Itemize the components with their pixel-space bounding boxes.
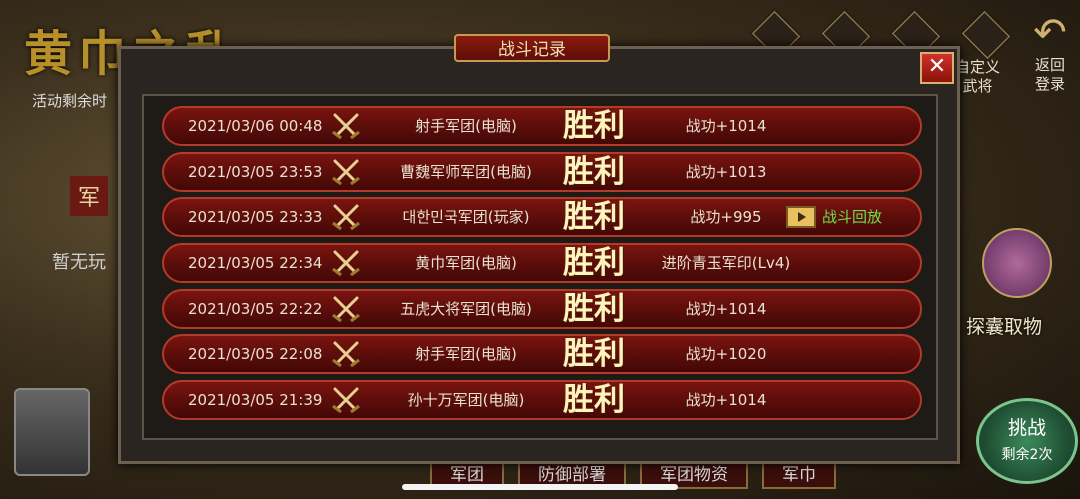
- record-opponent: 曹魏军师军团(电脑): [400, 162, 532, 181]
- record-datetime: 2021/03/05 22:22: [188, 299, 323, 318]
- record-rows: 2021/03/06 00:48 射手军团(电脑) 胜利 战功+1014 2021/03…: [162, 106, 922, 426]
- event-timer: 活动剩余时: [32, 92, 108, 110]
- battle-icon-cell: [326, 108, 366, 144]
- battle-icon-cell: [326, 291, 366, 327]
- record-row: 2021/03/05 21:39 孙十万军团(电脑) 胜利 战功+1014: [162, 380, 922, 421]
- record-reward: 战功+1014: [685, 117, 767, 135]
- record-row: 2021/03/05 22:22 五虎大将军团(电脑) 胜利 战功+1014: [162, 288, 922, 329]
- record-datetime: 2021/03/05 23:53: [188, 162, 323, 181]
- record-opponent: 射手军团(电脑): [415, 345, 517, 364]
- crossed-swords-icon: [332, 250, 360, 277]
- general-icon[interactable]: [961, 10, 1011, 60]
- custom-general-button[interactable]: 自定义 武将: [955, 58, 1000, 96]
- crossed-swords-icon: [332, 341, 360, 368]
- record-reward: 战功+1020: [685, 345, 767, 364]
- record-opponent: 孙十万军团(电脑): [407, 391, 525, 410]
- return-arrow-icon: ↶: [1033, 10, 1067, 56]
- record-reward: 进阶青玉军印(Lv4): [661, 254, 791, 273]
- record-row: 2021/03/05 23:53 曹魏军师军团(电脑) 胜利 战功+1013: [162, 151, 922, 192]
- record-reward: 战功+1013: [685, 162, 767, 181]
- record-datetime: 2021/03/05 22:08: [188, 345, 323, 364]
- return-label-1: 返回: [1034, 56, 1065, 74]
- army-label: 军: [70, 176, 109, 216]
- no-player-text: 暂无玩: [52, 252, 106, 273]
- lucky-bag-label: 探囊取物: [966, 316, 1043, 338]
- return-label-2: 登录: [1034, 75, 1065, 93]
- return-login-button[interactable]: ↶ 返回 登录: [1024, 10, 1076, 94]
- modal-title: 战斗记录: [454, 34, 610, 62]
- record-row: 2021/03/05 22:34 黄巾军团(电脑) 胜利 进阶青玉军印(Lv4): [162, 243, 922, 284]
- record-reward: 战功+1014: [685, 299, 767, 318]
- battle-record-list[interactable]: 2021/03/06 00:48 射手军团(电脑) 胜利 战功+1014 2021/03…: [142, 94, 938, 440]
- lucky-bag-icon[interactable]: [982, 228, 1052, 298]
- record-datetime: 2021/03/05 23:33: [188, 208, 323, 227]
- record-opponent: 대한민국军团(玩家): [402, 208, 530, 227]
- replay-label: 战斗回放: [822, 208, 883, 227]
- battle-icon-cell: [326, 336, 366, 372]
- home-indicator[interactable]: [402, 484, 678, 490]
- battle-icon-cell: [326, 199, 366, 235]
- battle-icon-cell: [326, 245, 366, 281]
- crossed-swords-icon: [332, 387, 360, 414]
- challenge-button[interactable]: 挑战 剩余2次: [976, 398, 1078, 484]
- record-opponent: 五虎大将军团(电脑): [400, 299, 532, 318]
- record-row: 2021/03/05 22:08 射手军团(电脑) 胜利 战功+1020: [162, 334, 922, 375]
- record-reward: 战功+1014: [685, 391, 767, 410]
- crossed-swords-icon: [332, 204, 360, 231]
- replay-cell: 战斗回放: [786, 199, 896, 235]
- battle-icon-cell: [326, 382, 366, 418]
- record-opponent: 黄巾军团(电脑): [415, 254, 517, 273]
- film-replay-icon: [786, 206, 816, 229]
- record-datetime: 2021/03/05 22:34: [188, 254, 323, 273]
- challenge-remaining: 剩余2次: [1001, 447, 1053, 463]
- challenge-label: 挑战: [1007, 417, 1046, 439]
- crossed-swords-icon: [332, 159, 360, 185]
- crossed-swords-icon: [332, 113, 360, 140]
- crossed-swords-icon: [332, 296, 360, 322]
- battle-icon-cell: [326, 154, 366, 190]
- close-icon: ✕: [927, 54, 947, 79]
- seal-icon: [14, 388, 90, 476]
- close-button[interactable]: ✕: [920, 52, 954, 84]
- custom-general-label-2: 武将: [962, 77, 993, 95]
- record-row: 2021/03/06 00:48 射手军团(电脑) 胜利 战功+1014: [162, 106, 922, 146]
- battle-replay-button[interactable]: 战斗回放: [786, 199, 882, 235]
- custom-general-label-1: 自定义: [955, 58, 1001, 76]
- record-datetime: 2021/03/05 21:39: [188, 391, 323, 410]
- record-row: 2021/03/05 23:33 대한민국军团(玩家) 胜利 战功+995 战斗回放: [162, 197, 922, 238]
- record-datetime: 2021/03/06 00:48: [188, 117, 323, 135]
- record-opponent: 射手军团(电脑): [415, 117, 517, 135]
